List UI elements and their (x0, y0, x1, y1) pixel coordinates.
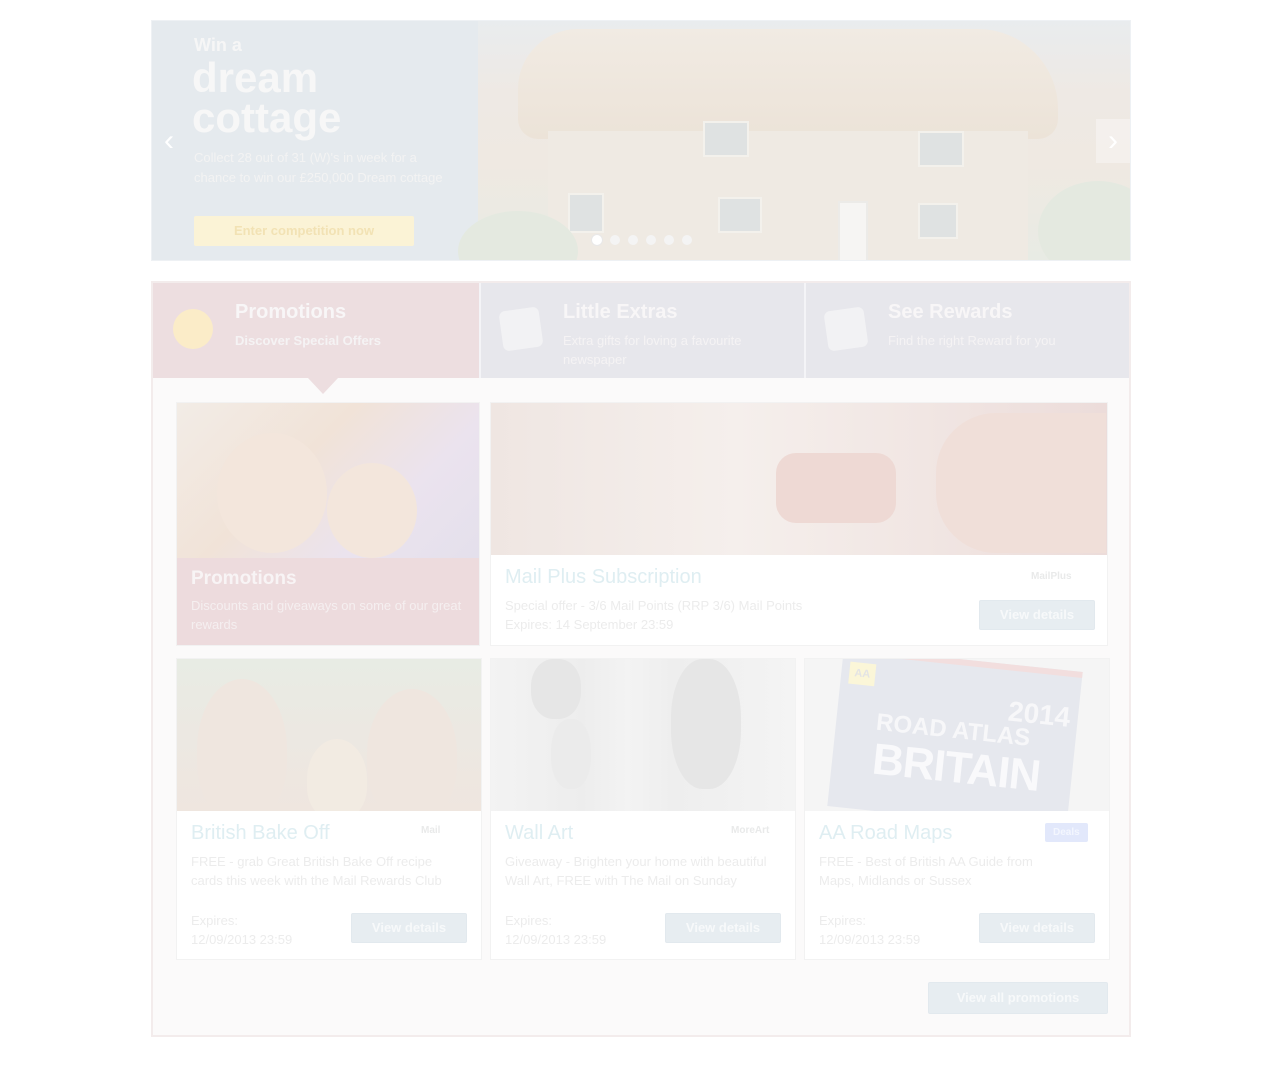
tab-title: See Rewards (888, 301, 1013, 323)
promotions-caption: Promotions Discounts and giveaways on so… (177, 558, 479, 645)
carousel-next-button[interactable]: › (1096, 119, 1130, 163)
offer-expiry-label: Expires: (819, 913, 866, 928)
offer-card-bake-off: British Bake Off Mail FREE - grab Great … (176, 658, 482, 960)
offer-expiry-date: 12/09/2013 23:59 (191, 932, 293, 947)
aa-logo: AA (848, 661, 877, 687)
reader-figure (936, 413, 1106, 553)
rewards-tabs: Promotions Discover Special Offers Littl… (153, 283, 1129, 378)
rewards-panel: Promotions Discover Special Offers Littl… (151, 281, 1131, 1037)
tab-promotions[interactable]: Promotions Discover Special Offers (153, 283, 479, 378)
mailplus-logo: MailPlus (1031, 571, 1072, 582)
offer-title[interactable]: Wall Art (505, 822, 573, 845)
presenter-figure (367, 689, 457, 811)
view-details-button[interactable]: View details (979, 913, 1095, 943)
chevron-right-icon: › (1108, 124, 1118, 157)
tab-subtitle: Find the right Reward for you (888, 333, 1056, 348)
offer-title[interactable]: AA Road Maps (819, 822, 952, 845)
cake-stand (307, 739, 367, 811)
promotions-card-description: Discounts and giveaways on some of our g… (191, 598, 462, 632)
carousel-dot[interactable] (610, 235, 620, 245)
featured-title[interactable]: Mail Plus Subscription (505, 566, 702, 589)
promotions-card-title: Promotions (191, 568, 297, 589)
enter-competition-button[interactable]: Enter competition now (194, 216, 414, 246)
offer-description: FREE - grab Great British Bake Off recip… (191, 854, 442, 888)
carousel-pagination (592, 235, 692, 245)
cow-patch (671, 659, 741, 789)
tab-title: Promotions (235, 301, 347, 323)
toy-car (776, 453, 896, 523)
offer-card-aa-road-maps: AA 2014 ROAD ATLAS BRITAIN AA Road Maps … (804, 658, 1110, 960)
child-figure (327, 463, 417, 558)
road-atlas-image: AA 2014 ROAD ATLAS BRITAIN (805, 659, 1109, 811)
offer-card-wall-art: Wall Art MoreArt Giveaway - Brighten you… (490, 658, 796, 960)
cow-ear (531, 659, 581, 719)
presenter-figure (197, 679, 287, 811)
thatched-roof (518, 29, 1058, 139)
family-image (177, 403, 479, 558)
offer-description: FREE - Best of British AA Guide from Map… (819, 854, 1033, 888)
tab-little-extras[interactable]: Little Extras Extra gifts for loving a f… (479, 283, 804, 378)
view-details-button[interactable]: View details (665, 913, 781, 943)
hero-title-line2: cottage (192, 94, 342, 141)
cottage-image (458, 21, 1130, 260)
offer-title[interactable]: British Bake Off (191, 822, 330, 845)
deals-badge: Deals (1045, 823, 1088, 842)
carousel-dot[interactable] (628, 235, 638, 245)
wall-art-cow-image (491, 659, 795, 811)
road-atlas-cover: AA 2014 ROAD ATLAS BRITAIN (827, 659, 1083, 811)
view-all-promotions-button[interactable]: View all promotions (928, 982, 1108, 1014)
view-details-button[interactable]: View details (351, 913, 467, 943)
hero-description: Collect 28 out of 31 (W)'s in week for a… (194, 150, 443, 185)
carousel-dot[interactable] (646, 235, 656, 245)
tab-see-rewards[interactable]: See Rewards Find the right Reward for yo… (804, 283, 1129, 378)
offer-expiry-date: 12/09/2013 23:59 (505, 932, 607, 947)
bake-off-image (177, 659, 481, 811)
featured-offer-card: Mail Plus Subscription MailPlus Special … (490, 402, 1108, 646)
active-tab-pointer (308, 378, 338, 394)
gift-tag-icon (498, 306, 544, 352)
cow-patch (551, 719, 591, 789)
offer-expiry-date: 12/09/2013 23:59 (819, 932, 921, 947)
hero-text-panel: Win a dream cottage Collect 28 out of 31… (152, 21, 478, 260)
hero-carousel[interactable]: Win a dream cottage Collect 28 out of 31… (151, 20, 1131, 261)
carousel-dot[interactable] (682, 235, 692, 245)
promotions-intro-card[interactable]: Promotions Discounts and giveaways on so… (176, 402, 480, 646)
hero-title-line1: dream (192, 54, 319, 101)
featured-image (491, 403, 1107, 555)
mother-figure (217, 433, 327, 553)
chevron-left-icon: ‹ (164, 124, 174, 157)
tab-subtitle: Discover Special Offers (235, 333, 381, 348)
carousel-dot[interactable] (592, 235, 602, 245)
tab-subtitle: Extra gifts for loving a favourite newsp… (563, 333, 742, 367)
featured-view-details-button[interactable]: View details (979, 600, 1095, 630)
hero-kicker: Win a (194, 35, 242, 55)
hedge (1038, 181, 1130, 260)
cottage-window (918, 131, 964, 167)
star-badge-icon (173, 309, 213, 349)
mail-logo: Mail (421, 825, 441, 836)
offer-expiry-label: Expires: (191, 913, 238, 928)
hero-title: dream cottage (192, 54, 452, 141)
cottage-door (838, 201, 868, 260)
carousel-prev-button[interactable]: ‹ (152, 119, 186, 163)
offer-expiry-label: Expires: (505, 913, 552, 928)
cottage-window (703, 121, 749, 157)
rewards-tag-icon (823, 306, 869, 352)
featured-expiry: Expires: 14 September 23:59 (505, 617, 674, 632)
carousel-dot[interactable] (664, 235, 674, 245)
cottage-window (918, 203, 958, 239)
cottage-window (718, 197, 762, 233)
tab-title: Little Extras (563, 301, 678, 323)
moreart-logo: MoreArt (731, 825, 770, 836)
cottage-window (568, 193, 604, 233)
featured-description: Special offer - 3/6 Mail Points (RRP 3/6… (505, 598, 803, 613)
offer-description: Giveaway - Brighten your home with beaut… (505, 854, 767, 888)
